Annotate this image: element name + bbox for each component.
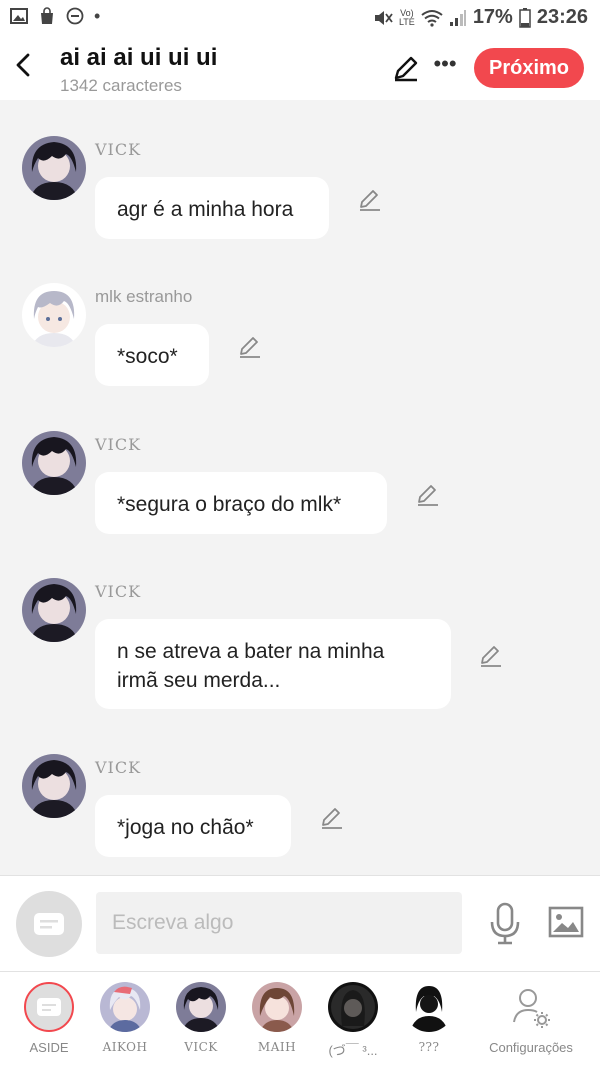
message-author: VICK (95, 582, 142, 601)
character-label: VICK (184, 1040, 218, 1054)
settings-button[interactable]: Configurações (483, 982, 579, 1055)
image-upload-icon[interactable] (548, 906, 584, 938)
next-button[interactable]: Próximo (474, 48, 584, 88)
edit-title-icon[interactable] (392, 54, 420, 82)
character-vick[interactable]: VICK (163, 982, 239, 1054)
edit-message-icon[interactable] (478, 643, 504, 669)
message-bubble[interactable]: agr é a minha hora (95, 177, 329, 239)
message-author: VICK (95, 435, 142, 454)
maih-avatar (252, 982, 302, 1032)
chat-bubble-icon (34, 913, 64, 935)
character-unknown[interactable]: ??? (391, 982, 467, 1054)
avatar-vick[interactable] (22, 431, 86, 495)
character-kiss-face[interactable]: (づ￣ ³... (315, 982, 391, 1059)
more-options-icon[interactable]: ••• (432, 52, 458, 80)
edit-message-icon[interactable] (415, 482, 441, 508)
do-not-disturb-icon (66, 7, 84, 25)
character-label: ??? (418, 1040, 440, 1054)
clock: 23:26 (536, 6, 588, 28)
avatar-mlk-estranho[interactable] (22, 283, 86, 347)
message-bubble[interactable]: *segura o braço do mlk* (95, 472, 387, 534)
edit-message-icon[interactable] (319, 805, 345, 831)
wifi-icon (421, 9, 443, 27)
character-label: ASIDE (29, 1040, 69, 1055)
signal-icon (449, 9, 466, 26)
message-author: VICK (95, 758, 142, 777)
message-input[interactable]: Escreva algo (96, 892, 462, 954)
message-bubble[interactable]: *joga no chão* (95, 795, 291, 857)
gallery-notification-icon (10, 8, 28, 24)
character-count: 1342 caracteres (60, 76, 182, 95)
edit-message-icon[interactable] (237, 334, 263, 360)
settings-label: Configurações (489, 1040, 573, 1055)
character-dock: ASIDE AIKOH VICK MAIH (づ￣ ³... ??? Confi… (0, 971, 600, 1068)
story-header: ai ai ai ui ui ui 1342 caracteres ••• Pr… (0, 36, 600, 100)
dot-icon: • (94, 6, 101, 26)
narrator-toggle-button[interactable] (16, 891, 82, 957)
aikoh-avatar (100, 982, 150, 1032)
avatar-vick[interactable] (22, 136, 86, 200)
chat-area: VICK agr é a minha hora mlk estranho *so… (0, 100, 600, 875)
settings-icon (506, 982, 556, 1032)
microphone-icon[interactable] (488, 902, 522, 946)
character-aside[interactable]: ASIDE (11, 982, 87, 1055)
avatar-vick[interactable] (22, 754, 86, 818)
vick-avatar (176, 982, 226, 1032)
story-title: ai ai ai ui ui ui (60, 44, 218, 71)
message-author: mlk estranho (95, 287, 193, 306)
unknown-avatar (404, 982, 454, 1032)
message-author: VICK (95, 140, 142, 159)
kiss-face-avatar (328, 982, 378, 1032)
volte-icon: Vo) LTE (398, 7, 415, 27)
status-bar: • Vo) LTE 17% 23:26 (0, 0, 600, 36)
battery-icon (519, 7, 531, 28)
edit-message-icon[interactable] (357, 187, 383, 213)
avatar-vick[interactable] (22, 578, 86, 642)
message-bubble[interactable]: *soco* (95, 324, 209, 386)
character-aikoh[interactable]: AIKOH (87, 982, 163, 1054)
composer-bar: Escreva algo (0, 875, 600, 972)
character-label: MAIH (257, 1040, 297, 1054)
back-arrow-icon[interactable] (12, 50, 36, 80)
character-label: AIKOH (102, 1040, 148, 1054)
character-maih[interactable]: MAIH (239, 982, 315, 1054)
message-bubble[interactable]: n se atreva a bater na minha irmã seu me… (95, 619, 451, 709)
character-label: (づ￣ ³... (328, 1043, 378, 1058)
shopping-bag-icon (41, 7, 53, 24)
mute-icon (374, 10, 393, 25)
chat-bubble-icon (37, 998, 61, 1016)
battery-percent: 17% (472, 6, 513, 28)
aside-avatar (24, 982, 74, 1032)
